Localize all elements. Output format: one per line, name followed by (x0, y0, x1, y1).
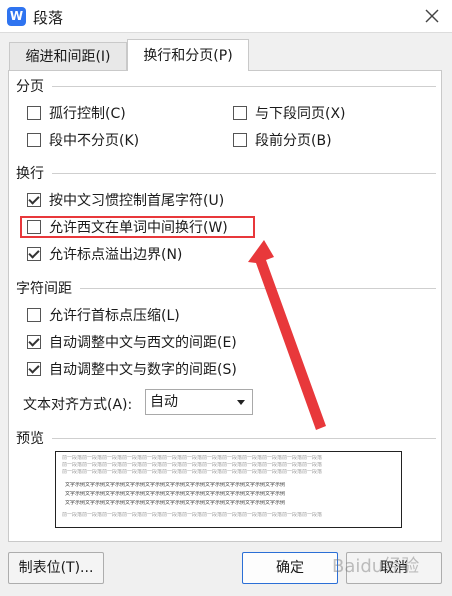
section-divider (52, 438, 436, 439)
allow-punct-overflow-checkbox[interactable]: 允许标点溢出边界(N) (27, 244, 182, 264)
preview-sample-line: 文字示例文字示例文字示例文字示例文字示例文字示例文字示例文字示例文字示例文字示例… (65, 500, 286, 506)
preview-prev-paragraph-line: 前一段落前一段落前一段落前一段落前一段落前一段落前一段落前一段落前一段落前一段落… (62, 455, 323, 461)
preview-sample-line: 文字示例文字示例文字示例文字示例文字示例文字示例文字示例文字示例文字示例文字示例… (65, 491, 286, 497)
text-alignment-value: 自动 (150, 394, 178, 410)
checkbox-box[interactable] (27, 247, 41, 261)
auto-space-cn-digits-checkbox[interactable]: 自动调整中文与数字的间距(S) (27, 359, 237, 379)
close-icon[interactable] (420, 4, 444, 28)
checkbox-label: 允许行首标点压缩(L) (49, 308, 180, 324)
section-title-char-spacing: 字符间距 (16, 278, 78, 298)
preview-prev-paragraph-line: 前一段落前一段落前一段落前一段落前一段落前一段落前一段落前一段落前一段落前一段落… (62, 462, 323, 468)
section-title-line-break: 换行 (16, 163, 50, 183)
checkbox-label: 自动调整中文与西文的间距(E) (49, 335, 237, 351)
section-divider (52, 173, 436, 174)
preview-sample-line: 文字示例文字示例文字示例文字示例文字示例文字示例文字示例文字示例文字示例文字示例… (65, 482, 286, 488)
checkbox-box[interactable] (27, 335, 41, 349)
checkbox-label: 段中不分页(K) (49, 133, 140, 149)
preview-box: 前一段落前一段落前一段落前一段落前一段落前一段落前一段落前一段落前一段落前一段落… (55, 451, 402, 528)
tab-stops-button[interactable]: 制表位(T)... (8, 552, 104, 584)
checkbox-label: 允许标点溢出边界(N) (49, 247, 183, 263)
chinese-line-break-rules-checkbox[interactable]: 按中文习惯控制首尾字符(U) (27, 190, 224, 210)
checkbox-box[interactable] (27, 362, 41, 376)
auto-space-cn-latin-checkbox[interactable]: 自动调整中文与西文的间距(E) (27, 332, 237, 352)
preview-next-paragraph-line: 前一段落前一段落前一段落前一段落前一段落前一段落前一段落前一段落前一段落前一段落… (62, 512, 323, 518)
section-title-preview: 预览 (16, 428, 50, 448)
text-alignment-select[interactable]: 自动 (145, 389, 253, 415)
keep-lines-together-checkbox[interactable]: 段中不分页(K) (27, 130, 139, 150)
title-bar: W 段落 (0, 0, 452, 33)
ok-button[interactable]: 确定 (242, 552, 338, 584)
highlight-box (20, 216, 255, 238)
section-divider (52, 86, 436, 87)
dropdown-arrow-icon[interactable] (237, 400, 245, 405)
checkbox-box[interactable] (233, 106, 247, 120)
preview-prev-paragraph-line: 前一段落前一段落前一段落前一段落前一段落前一段落前一段落前一段落前一段落前一段落… (62, 469, 323, 475)
baidu-watermark: Baidu经验 (332, 556, 420, 577)
wps-logo-icon: W (7, 7, 26, 26)
widow-control-checkbox[interactable]: 孤行控制(C) (27, 103, 126, 123)
checkbox-box[interactable] (233, 133, 247, 147)
section-divider (80, 288, 436, 289)
tab-line-page-breaks[interactable]: 换行和分页(P) (127, 39, 249, 71)
checkbox-label: 自动调整中文与数字的间距(S) (49, 362, 237, 378)
section-title-pagination: 分页 (16, 76, 50, 96)
tab-indent-spacing[interactable]: 缩进和间距(I) (9, 42, 127, 70)
checkbox-box[interactable] (27, 106, 41, 120)
compress-leading-punct-checkbox[interactable]: 允许行首标点压缩(L) (27, 305, 180, 325)
checkbox-box[interactable] (27, 193, 41, 207)
text-alignment-label: 文本对齐方式(A): (23, 397, 133, 413)
checkbox-label: 与下段同页(X) (255, 106, 346, 122)
checkbox-box[interactable] (27, 308, 41, 322)
checkbox-box[interactable] (27, 133, 41, 147)
checkbox-label: 孤行控制(C) (49, 106, 126, 122)
page-break-before-checkbox[interactable]: 段前分页(B) (233, 130, 332, 150)
window-title: 段落 (33, 9, 64, 27)
checkbox-label: 按中文习惯控制首尾字符(U) (49, 193, 225, 209)
keep-with-next-checkbox[interactable]: 与下段同页(X) (233, 103, 346, 123)
checkbox-label: 段前分页(B) (255, 133, 332, 149)
